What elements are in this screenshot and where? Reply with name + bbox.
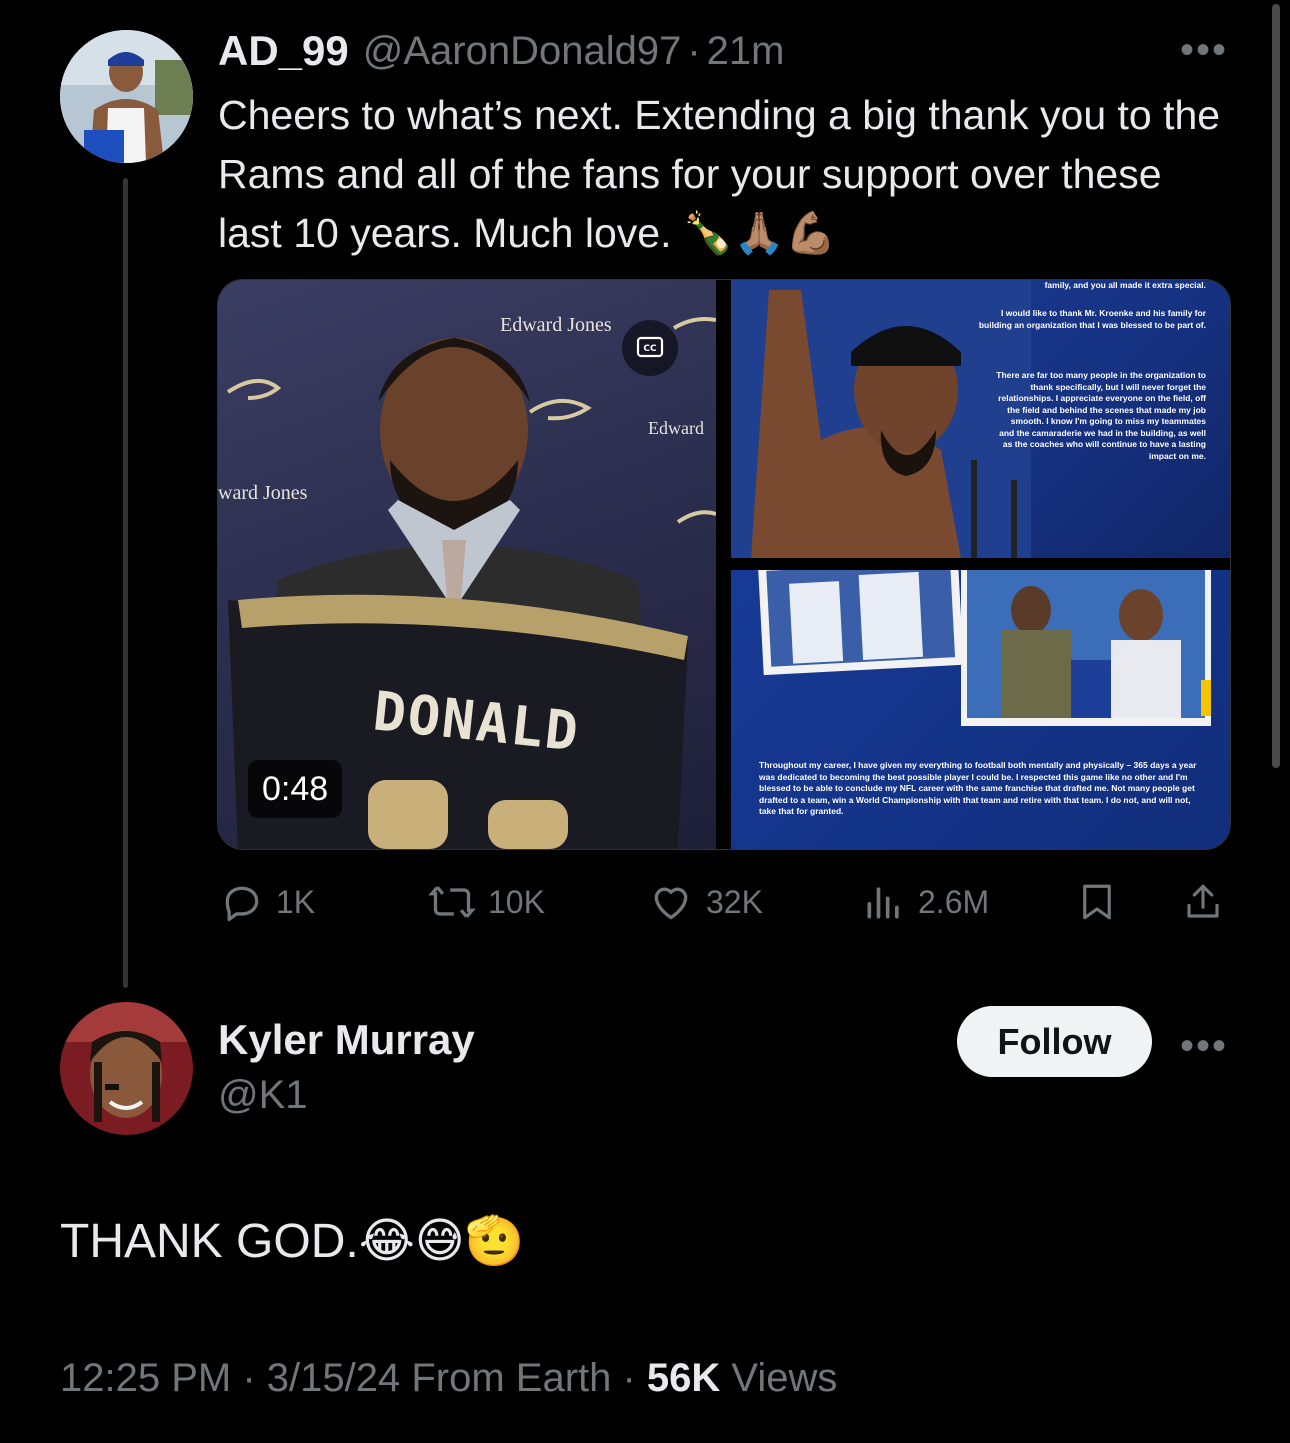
follow-button[interactable]: Follow xyxy=(957,1006,1152,1077)
backdrop-sponsor-text-1: Edward Jones xyxy=(500,314,612,336)
letter-paragraph-1: I would like to thank Mr. Kroenke and hi… xyxy=(978,308,1206,330)
reply-meta: 12:25 PM · 3/15/24 From Earth · 56K View… xyxy=(60,1356,837,1401)
like-action[interactable]: 32K xyxy=(648,878,763,926)
avatar-photo xyxy=(60,1002,193,1135)
reply-icon xyxy=(225,886,259,922)
reply-author-avatar[interactable] xyxy=(60,1002,193,1135)
backdrop-sponsor-text-2: Edward xyxy=(648,418,704,438)
letter-bottom-paragraph: Throughout my career, I have given my ev… xyxy=(759,760,1197,816)
repost-action[interactable]: 10K xyxy=(428,878,545,926)
author-handle[interactable]: @AaronDonald97 xyxy=(363,29,682,74)
reply-views-count: 56K xyxy=(646,1356,721,1400)
repost-count: 10K xyxy=(488,883,545,920)
reply-count: 1K xyxy=(276,883,316,920)
views-action[interactable]: 2.6M xyxy=(862,878,989,926)
captions-button[interactable]: CC xyxy=(622,320,678,376)
share-button[interactable] xyxy=(1182,880,1224,929)
header-separator: · xyxy=(687,28,701,73)
scrollbar-thumb[interactable] xyxy=(1272,4,1280,768)
share-icon xyxy=(1187,884,1219,918)
reply-more-icon[interactable]: ••• xyxy=(1180,1026,1228,1066)
letter-top-line: family, and you all made it extra specia… xyxy=(1044,280,1206,290)
bookmark-icon xyxy=(1083,884,1111,920)
tweet-header: AD_99 @AaronDonald97 · 21m xyxy=(218,26,784,76)
tweet-timestamp[interactable]: 21m xyxy=(707,29,785,74)
tweet-text: Cheers to what’s next. Extending a big t… xyxy=(218,92,1221,256)
reply-handle[interactable]: @K1 xyxy=(218,1073,308,1118)
bookmark-button[interactable] xyxy=(1076,880,1118,929)
author-display-name[interactable]: AD_99 xyxy=(218,27,349,75)
video-duration-badge: 0:48 xyxy=(248,760,343,818)
reply-display-name[interactable]: Kyler Murray xyxy=(218,1016,475,1064)
avatar-photo xyxy=(60,30,193,163)
tweet-media-grid[interactable]: Edward Jones Edward ward Jones DONALD CC… xyxy=(217,279,1231,850)
heart-icon xyxy=(654,887,688,920)
backdrop-sponsor-text-3: ward Jones xyxy=(218,482,308,504)
repost-icon xyxy=(428,886,476,918)
video-thumbnail[interactable]: Edward Jones Edward ward Jones DONALD CC… xyxy=(218,280,716,849)
cc-icon: CC xyxy=(636,336,664,358)
thread-connector-line xyxy=(123,178,128,988)
views-count: 2.6M xyxy=(918,883,990,920)
like-count: 32K xyxy=(706,883,763,920)
reply-action[interactable]: 1K xyxy=(220,878,315,926)
svg-text:CC: CC xyxy=(643,344,657,354)
views-chart-icon xyxy=(867,887,899,919)
reply-timestamp-source[interactable]: 12:25 PM · 3/15/24 From Earth · xyxy=(60,1356,647,1400)
letter-paragraph-2: There are far too many people in the org… xyxy=(996,370,1206,461)
media-image-letter-bottom[interactable]: Throughout my career, I have given my ev… xyxy=(731,570,1230,849)
tweet-more-icon[interactable]: ••• xyxy=(1180,30,1228,70)
reply-text: THANK GOD.😂😅🫡 xyxy=(60,1215,525,1268)
author-avatar[interactable] xyxy=(60,30,193,163)
media-image-letter-top[interactable]: family, and you all made it extra specia… xyxy=(731,280,1230,558)
reply-views-label: Views xyxy=(720,1356,838,1400)
